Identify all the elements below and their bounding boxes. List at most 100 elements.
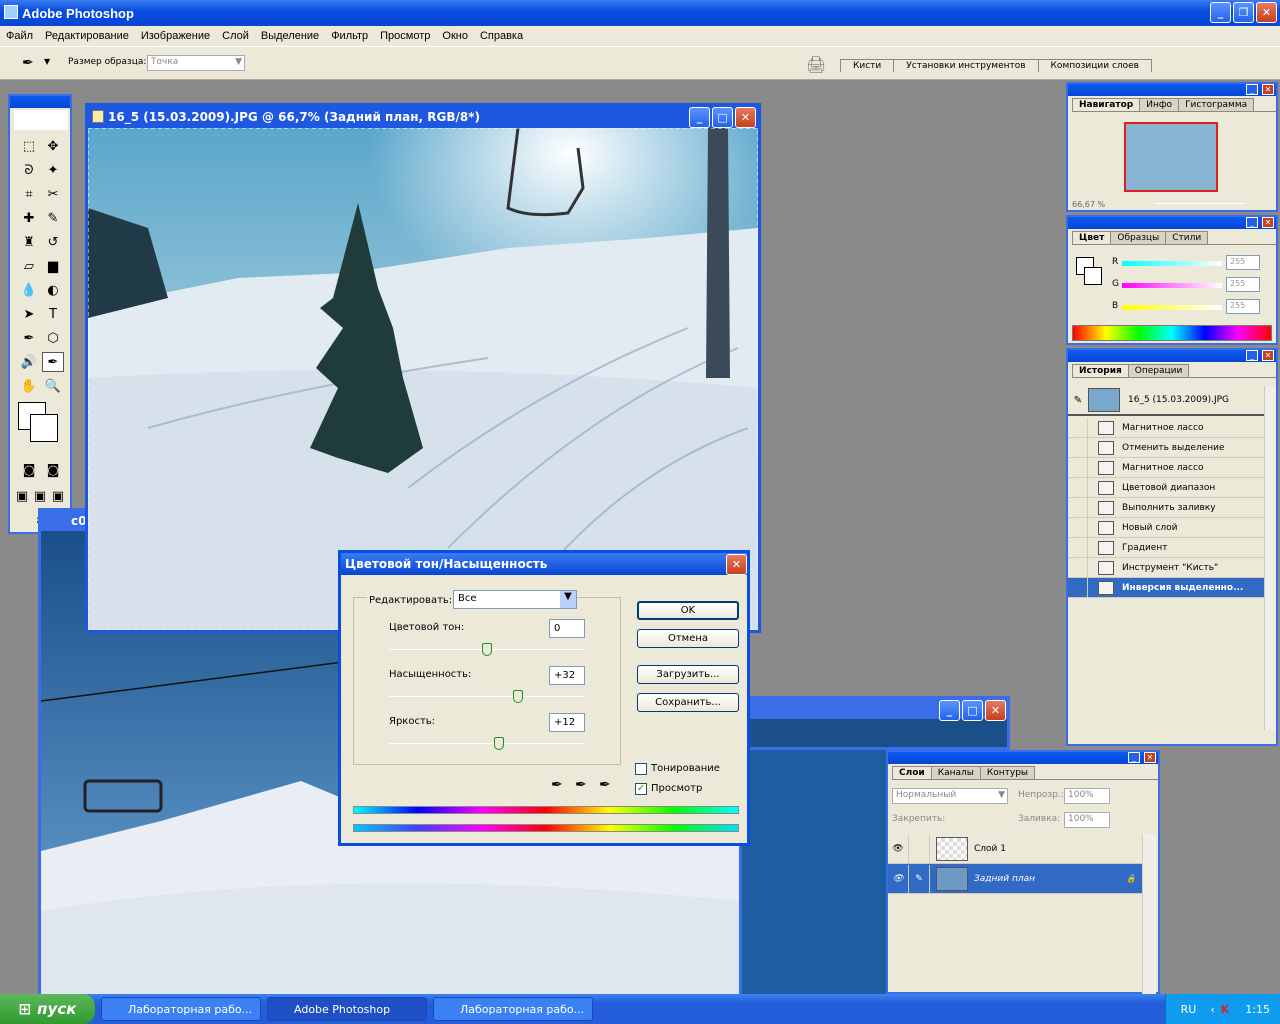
navigator-tab-1[interactable]: Инфо <box>1139 98 1180 111</box>
navigator-tab-2[interactable]: Гистограмма <box>1178 98 1255 111</box>
history-item[interactable]: Градиент <box>1068 538 1264 558</box>
history-item[interactable]: Магнитное лассо <box>1068 458 1264 478</box>
color-ramp[interactable] <box>1072 325 1272 341</box>
color-tab-1[interactable]: Образцы <box>1110 231 1167 244</box>
history-state-checkbox[interactable] <box>1068 518 1088 537</box>
menu-item-0[interactable]: Файл <box>0 30 39 42</box>
history-item[interactable]: Магнитное лассо <box>1068 418 1264 438</box>
navigator-thumbnail[interactable] <box>1124 122 1218 192</box>
color-tab-0[interactable]: Цвет <box>1072 231 1112 244</box>
well-tab-1[interactable]: Установки инструментов <box>893 59 1039 72</box>
saturation-slider-thumb[interactable] <box>513 690 524 703</box>
language-indicator[interactable]: RU <box>1181 1003 1197 1016</box>
history-brush-icon[interactable]: ↺ <box>42 232 64 252</box>
marquee-icon[interactable]: ⬚ <box>18 136 40 156</box>
history-state-checkbox[interactable] <box>1068 418 1088 437</box>
history-scrollbar[interactable] <box>1264 386 1276 730</box>
navigator-tab-0[interactable]: Навигатор <box>1072 98 1141 111</box>
layer-row[interactable]: 👁 ✎ Задний план 🔒 <box>888 864 1142 894</box>
pen-icon[interactable]: ✒ <box>18 328 40 348</box>
start-button[interactable]: ⊞ пуск <box>0 994 95 1024</box>
quickmask-mode-icon[interactable]: ◙ <box>42 460 64 480</box>
color-bg-swatch[interactable] <box>1084 267 1102 285</box>
dodge-icon[interactable]: ◐ <box>42 280 64 300</box>
eraser-icon[interactable]: ▱ <box>18 256 40 276</box>
minimize-button[interactable]: _ <box>1210 2 1231 23</box>
background-color-swatch[interactable] <box>30 414 58 442</box>
history-state-checkbox[interactable] <box>1068 438 1088 457</box>
zoom-icon[interactable]: 🔍 <box>42 376 64 396</box>
navigator-minimize-button[interactable]: _ <box>1246 84 1258 95</box>
blur-icon[interactable]: 💧 <box>18 280 40 300</box>
r-slider[interactable] <box>1122 261 1222 266</box>
hue-slider-thumb[interactable] <box>482 643 492 656</box>
antivirus-icon[interactable]: K <box>1221 1003 1230 1016</box>
eyedropper-icon[interactable]: ✒ <box>551 777 563 793</box>
quickmask-standard-icon[interactable]: ◙ <box>18 460 40 480</box>
save-button[interactable]: Сохранить... <box>637 693 739 712</box>
eye-icon[interactable]: 👁 <box>888 844 908 854</box>
history-tab-1[interactable]: Операции <box>1127 364 1190 377</box>
lightness-slider-thumb[interactable] <box>493 737 504 750</box>
menu-item-6[interactable]: Просмотр <box>374 30 436 42</box>
eye-icon[interactable]: 👁 <box>888 874 908 884</box>
sample-size-select[interactable]: Точка ▼ <box>147 55 245 71</box>
menu-item-2[interactable]: Изображение <box>135 30 216 42</box>
history-close-button[interactable]: ✕ <box>1262 350 1274 361</box>
history-state-checkbox[interactable] <box>1068 478 1088 497</box>
palette-well-icon[interactable]: 🖨 <box>806 55 826 74</box>
notes-icon[interactable]: 🔊 <box>18 352 40 372</box>
lightness-input[interactable]: +12 <box>549 713 585 732</box>
doc3-minimize-button[interactable]: _ <box>939 700 960 721</box>
gradient-icon[interactable]: ▆ <box>42 256 64 276</box>
g-slider[interactable] <box>1122 283 1222 288</box>
navigator-close-button[interactable]: ✕ <box>1262 84 1274 95</box>
load-button[interactable]: Загрузить... <box>637 665 739 684</box>
layers-close-button[interactable]: ✕ <box>1144 752 1156 763</box>
saturation-input[interactable]: +32 <box>549 666 585 685</box>
layers-tab-2[interactable]: Контуры <box>979 766 1036 779</box>
shape-icon[interactable]: ⬡ <box>42 328 64 348</box>
magic-wand-icon[interactable]: ✦ <box>42 160 64 180</box>
layer-name[interactable]: Задний план <box>974 874 1035 884</box>
history-item[interactable]: Инструмент "Кисть" <box>1068 558 1264 578</box>
history-state-checkbox[interactable] <box>1068 578 1088 597</box>
taskbar-button[interactable]: Adobe Photoshop <box>267 997 427 1021</box>
ok-button[interactable]: OK <box>637 601 739 620</box>
cancel-button[interactable]: Отмена <box>637 629 739 648</box>
history-tab-0[interactable]: История <box>1072 364 1129 377</box>
eyedropper-icon[interactable]: ✒ <box>42 352 64 372</box>
menu-item-1[interactable]: Редактирование <box>39 30 135 42</box>
history-item[interactable]: Цветовой диапазон <box>1068 478 1264 498</box>
edit-select[interactable]: Все ▼ <box>453 590 577 609</box>
hand-icon[interactable]: ✋ <box>18 376 40 396</box>
close-button[interactable]: ✕ <box>1256 2 1277 23</box>
color-tab-2[interactable]: Стили <box>1165 231 1209 244</box>
history-state-checkbox[interactable] <box>1068 558 1088 577</box>
history-state-checkbox[interactable] <box>1068 458 1088 477</box>
doc3-close-button[interactable]: ✕ <box>985 700 1006 721</box>
b-slider[interactable] <box>1122 305 1222 310</box>
history-item[interactable]: Выполнить заливку <box>1068 498 1264 518</box>
menu-item-3[interactable]: Слой <box>216 30 255 42</box>
doc3-maximize-button[interactable]: □ <box>962 700 983 721</box>
eyedropper-minus-icon[interactable]: ✒ <box>599 777 611 793</box>
history-snapshot[interactable]: ✎ 16_5 (15.03.2009).JPG <box>1068 386 1264 416</box>
stamp-icon[interactable]: ♜ <box>18 232 40 252</box>
fill-input[interactable]: 100% <box>1064 812 1110 828</box>
history-item[interactable]: Инверсия выделенно... <box>1068 578 1264 598</box>
doc1-minimize-button[interactable]: _ <box>689 107 710 128</box>
history-state-checkbox[interactable] <box>1068 498 1088 517</box>
doc1-maximize-button[interactable]: □ <box>712 107 733 128</box>
history-minimize-button[interactable]: _ <box>1246 350 1258 361</box>
navigator-zoom[interactable]: 66,67 % <box>1072 200 1105 209</box>
layer-name[interactable]: Слой 1 <box>974 844 1006 854</box>
lightness-slider[interactable] <box>389 743 585 744</box>
document-window-3[interactable]: _ □ ✕ <box>742 696 1010 750</box>
slice-icon[interactable]: ✂ <box>42 184 64 204</box>
layers-minimize-button[interactable]: _ <box>1128 752 1140 763</box>
layers-tab-0[interactable]: Слои <box>892 766 932 779</box>
lasso-icon[interactable]: ᘐ <box>18 160 40 180</box>
taskbar-button[interactable]: Лабораторная рабо... <box>101 997 261 1021</box>
healing-brush-icon[interactable]: ✚ <box>18 208 40 228</box>
